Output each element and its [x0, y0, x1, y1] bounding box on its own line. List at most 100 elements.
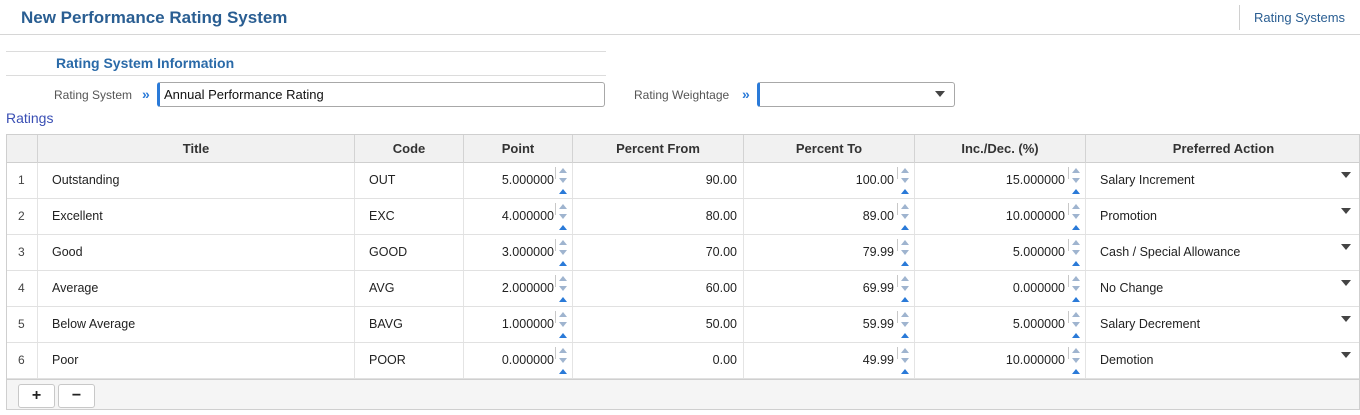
preferred-action-value: No Change — [1100, 281, 1164, 295]
inc-dec-cell[interactable]: 5.000000 — [914, 307, 1085, 342]
spinner-arrows-icon[interactable] — [555, 165, 568, 195]
title-value: Good — [52, 245, 83, 259]
spinner-arrows-icon[interactable] — [555, 309, 568, 339]
preferred-action-select[interactable]: Cash / Special Allowance — [1085, 235, 1359, 270]
code-cell[interactable]: BAVG — [354, 307, 463, 342]
col-header-percent-from[interactable]: Percent From — [572, 135, 743, 163]
col-header-percent-to[interactable]: Percent To — [743, 135, 914, 163]
section-title: Rating System Information — [56, 55, 235, 71]
rating-system-input[interactable] — [157, 82, 605, 107]
percent-from-cell[interactable]: 90.00 — [572, 163, 743, 198]
spinner-arrows-icon[interactable] — [1068, 165, 1081, 195]
percent-from-cell[interactable]: 50.00 — [572, 307, 743, 342]
percent-to-cell[interactable]: 79.99 — [743, 235, 914, 270]
percent-from-cell[interactable]: 60.00 — [572, 271, 743, 306]
title-cell[interactable]: Outstanding — [37, 163, 354, 198]
percent-from-value: 0.00 — [712, 353, 737, 367]
spinner-arrows-icon[interactable] — [555, 201, 568, 231]
spinner-arrows-icon[interactable] — [897, 201, 910, 231]
ratings-grid: Title Code Point Percent From Percent To… — [6, 134, 1360, 410]
point-value: 1.000000 — [501, 317, 554, 331]
chevron-down-icon[interactable] — [1341, 208, 1351, 214]
chevron-down-icon[interactable] — [1341, 244, 1351, 250]
preferred-action-select[interactable]: Salary Increment — [1085, 163, 1359, 198]
percent-to-value: 79.99 — [862, 245, 894, 259]
chevron-down-icon[interactable] — [1341, 172, 1351, 178]
point-value: 3.000000 — [501, 245, 554, 259]
rating-weightage-select[interactable] — [757, 82, 955, 107]
point-cell[interactable]: 2.000000 — [463, 271, 572, 306]
percent-to-cell[interactable]: 89.00 — [743, 199, 914, 234]
add-row-button[interactable]: + — [18, 384, 55, 408]
percent-from-value: 50.00 — [705, 317, 737, 331]
inc-dec-cell[interactable]: 0.000000 — [914, 271, 1085, 306]
title-cell[interactable]: Excellent — [37, 199, 354, 234]
code-cell[interactable]: EXC — [354, 199, 463, 234]
inc-dec-value: 0.000000 — [1012, 281, 1065, 295]
spinner-arrows-icon[interactable] — [1068, 309, 1081, 339]
spinner-arrows-icon[interactable] — [897, 165, 910, 195]
spinner-arrows-icon[interactable] — [555, 345, 568, 375]
col-header-title[interactable]: Title — [37, 135, 354, 163]
code-value: OUT — [369, 173, 396, 187]
code-cell[interactable]: AVG — [354, 271, 463, 306]
point-cell[interactable]: 5.000000 — [463, 163, 572, 198]
table-row: 6 Poor POOR 0.000000 0.00 49.99 10.00000… — [7, 343, 1359, 379]
point-value: 4.000000 — [501, 209, 554, 223]
title-cell[interactable]: Good — [37, 235, 354, 270]
title-value: Average — [52, 281, 99, 295]
point-value: 5.000000 — [501, 173, 554, 187]
percent-to-value: 89.00 — [862, 209, 894, 223]
spinner-arrows-icon[interactable] — [1068, 237, 1081, 267]
spinner-arrows-icon[interactable] — [555, 273, 568, 303]
code-cell[interactable]: GOOD — [354, 235, 463, 270]
rating-systems-link[interactable]: Rating Systems — [1254, 10, 1345, 25]
spinner-arrows-icon[interactable] — [897, 345, 910, 375]
percent-from-cell[interactable]: 70.00 — [572, 235, 743, 270]
inc-dec-cell[interactable]: 15.000000 — [914, 163, 1085, 198]
spinner-arrows-icon[interactable] — [1068, 201, 1081, 231]
remove-row-button[interactable]: − — [58, 384, 95, 408]
title-value: Poor — [52, 353, 79, 367]
inc-dec-cell[interactable]: 10.000000 — [914, 343, 1085, 378]
title-cell[interactable]: Average — [37, 271, 354, 306]
top-bar: New Performance Rating System Rating Sys… — [0, 0, 1360, 35]
inc-dec-value: 10.000000 — [1005, 353, 1065, 367]
col-header-point[interactable]: Point — [463, 135, 572, 163]
title-cell[interactable]: Poor — [37, 343, 354, 378]
chevron-down-icon[interactable] — [1341, 316, 1351, 322]
spinner-arrows-icon[interactable] — [897, 309, 910, 339]
col-header-preferred-action[interactable]: Preferred Action — [1085, 135, 1359, 163]
preferred-action-select[interactable]: Demotion — [1085, 343, 1359, 378]
percent-to-cell[interactable]: 59.99 — [743, 307, 914, 342]
chevron-down-icon[interactable] — [1341, 352, 1351, 358]
col-header-code[interactable]: Code — [354, 135, 463, 163]
col-header-inc-dec[interactable]: Inc./Dec. (%) — [914, 135, 1085, 163]
spinner-arrows-icon[interactable] — [897, 237, 910, 267]
point-cell[interactable]: 4.000000 — [463, 199, 572, 234]
percent-from-cell[interactable]: 80.00 — [572, 199, 743, 234]
spinner-arrows-icon[interactable] — [897, 273, 910, 303]
point-cell[interactable]: 0.000000 — [463, 343, 572, 378]
preferred-action-select[interactable]: Salary Decrement — [1085, 307, 1359, 342]
point-cell[interactable]: 1.000000 — [463, 307, 572, 342]
title-cell[interactable]: Below Average — [37, 307, 354, 342]
preferred-action-value: Promotion — [1100, 209, 1157, 223]
percent-to-cell[interactable]: 100.00 — [743, 163, 914, 198]
preferred-action-select[interactable]: Promotion — [1085, 199, 1359, 234]
percent-from-cell[interactable]: 0.00 — [572, 343, 743, 378]
percent-to-cell[interactable]: 69.99 — [743, 271, 914, 306]
inc-dec-cell[interactable]: 10.000000 — [914, 199, 1085, 234]
spinner-arrows-icon[interactable] — [1068, 345, 1081, 375]
code-cell[interactable]: POOR — [354, 343, 463, 378]
double-chevron-icon: » — [742, 86, 750, 102]
inc-dec-cell[interactable]: 5.000000 — [914, 235, 1085, 270]
spinner-arrows-icon[interactable] — [555, 237, 568, 267]
chevron-down-icon[interactable] — [1341, 280, 1351, 286]
percent-to-value: 100.00 — [855, 173, 894, 187]
preferred-action-select[interactable]: No Change — [1085, 271, 1359, 306]
point-cell[interactable]: 3.000000 — [463, 235, 572, 270]
code-cell[interactable]: OUT — [354, 163, 463, 198]
spinner-arrows-icon[interactable] — [1068, 273, 1081, 303]
percent-to-cell[interactable]: 49.99 — [743, 343, 914, 378]
